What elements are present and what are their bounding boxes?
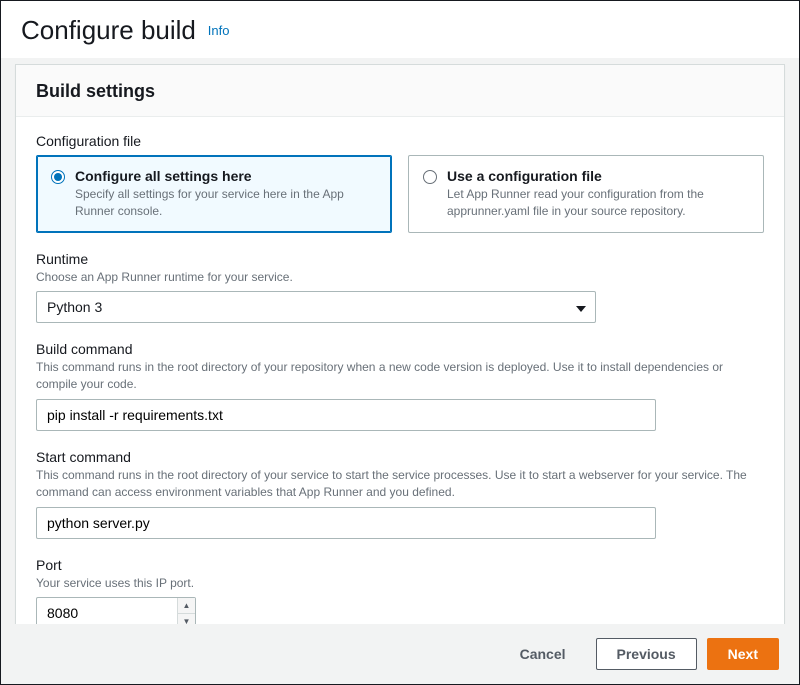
build-command-label: Build command	[36, 341, 764, 357]
config-file-label: Configuration file	[36, 133, 764, 149]
radio-title: Configure all settings here	[75, 168, 377, 184]
runtime-section: Runtime Choose an App Runner runtime for…	[36, 251, 764, 324]
radio-icon	[423, 170, 437, 184]
panel-header: Build settings	[16, 65, 784, 117]
panel-title: Build settings	[36, 81, 764, 102]
radio-title: Use a configuration file	[447, 168, 749, 184]
build-command-section: Build command This command runs in the r…	[36, 341, 764, 431]
radio-desc: Let App Runner read your configuration f…	[447, 186, 749, 220]
runtime-desc: Choose an App Runner runtime for your se…	[36, 269, 764, 286]
previous-button[interactable]: Previous	[596, 638, 697, 670]
start-command-section: Start command This command runs in the r…	[36, 449, 764, 539]
build-command-desc: This command runs in the root directory …	[36, 359, 764, 393]
radio-use-config-file[interactable]: Use a configuration file Let App Runner …	[408, 155, 764, 233]
port-desc: Your service uses this IP port.	[36, 575, 764, 592]
config-file-section: Configuration file Configure all setting…	[36, 133, 764, 233]
radio-icon	[51, 170, 65, 184]
port-section: Port Your service uses this IP port. ▲ ▼	[36, 557, 764, 624]
page-title: Configure build	[21, 15, 196, 46]
port-label: Port	[36, 557, 764, 573]
port-stepper: ▲ ▼	[177, 598, 195, 624]
runtime-label: Runtime	[36, 251, 764, 267]
stepper-up-icon[interactable]: ▲	[178, 598, 195, 614]
radio-configure-here[interactable]: Configure all settings here Specify all …	[36, 155, 392, 233]
page-header: Configure build Info	[1, 1, 799, 58]
info-link[interactable]: Info	[208, 23, 230, 38]
content-area: Build settings Configuration file Config…	[1, 58, 799, 624]
runtime-select[interactable]: Python 3	[36, 291, 596, 323]
port-input[interactable]	[36, 597, 196, 624]
cancel-button[interactable]: Cancel	[500, 638, 586, 670]
stepper-down-icon[interactable]: ▼	[178, 614, 195, 624]
build-command-input[interactable]	[36, 399, 656, 431]
start-command-input[interactable]	[36, 507, 656, 539]
start-command-desc: This command runs in the root directory …	[36, 467, 764, 501]
footer-actions: Cancel Previous Next	[1, 624, 799, 684]
build-settings-panel: Build settings Configuration file Config…	[15, 64, 785, 624]
radio-desc: Specify all settings for your service he…	[75, 186, 377, 220]
start-command-label: Start command	[36, 449, 764, 465]
next-button[interactable]: Next	[707, 638, 779, 670]
